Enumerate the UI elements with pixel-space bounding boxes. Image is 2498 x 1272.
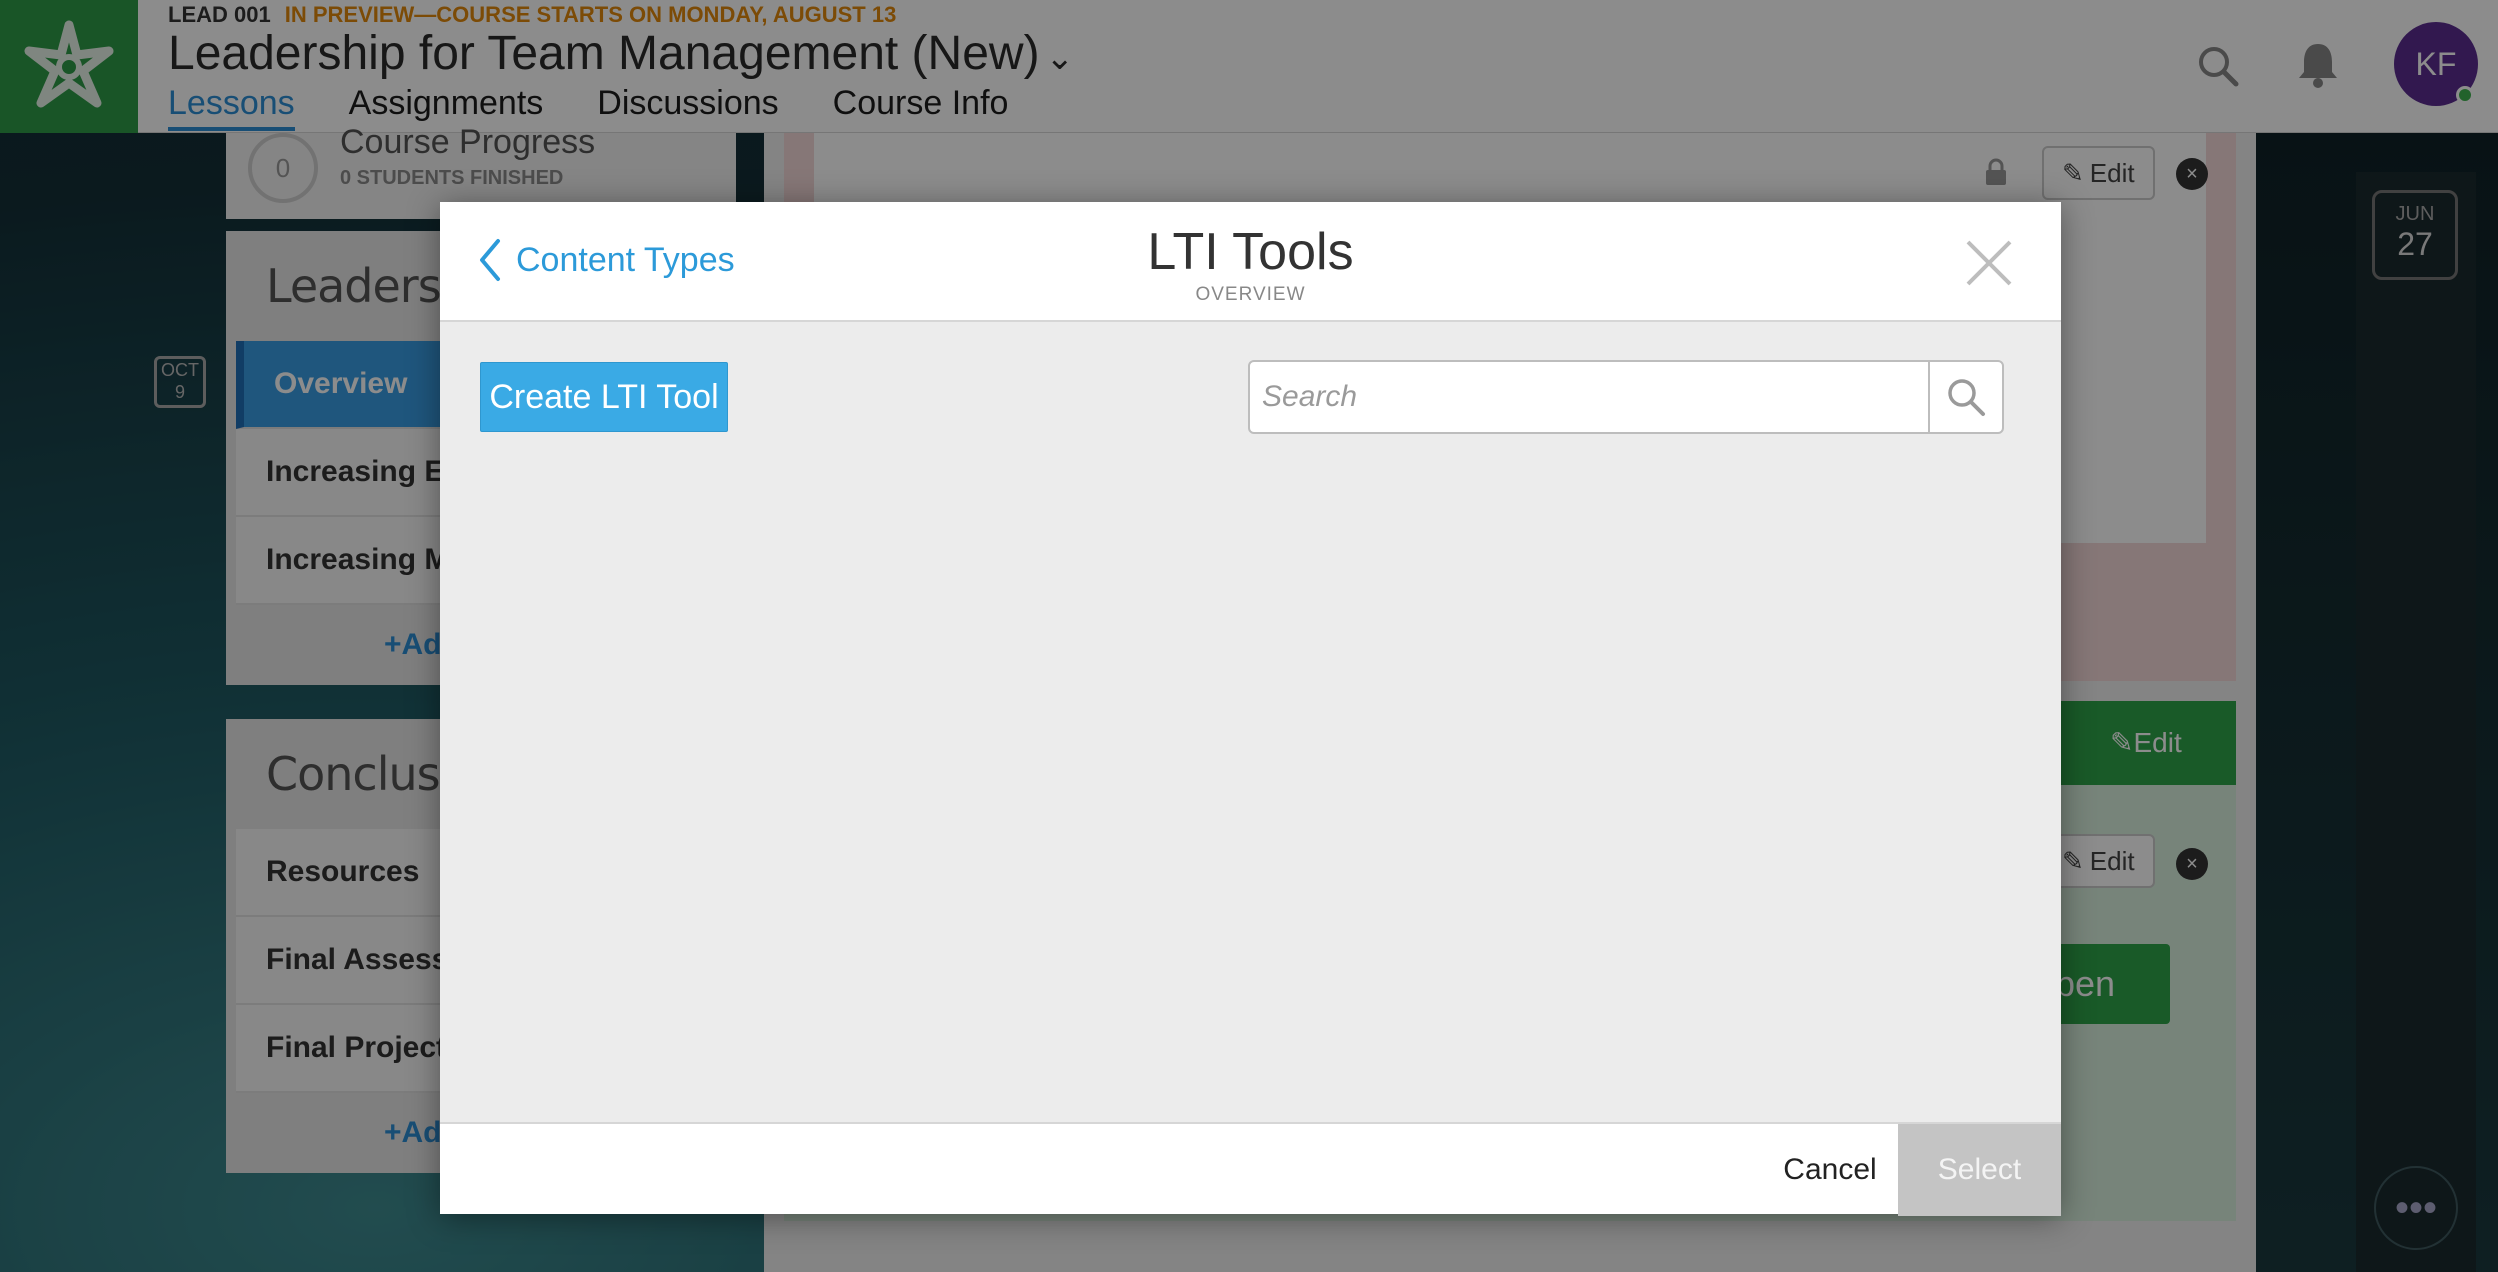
modal-subtitle: OVERVIEW (1195, 284, 1306, 305)
lti-tools-modal: Content Types LTI Tools OVERVIEW Create … (440, 202, 2061, 1216)
search-box (1248, 360, 2004, 434)
search-button[interactable] (1928, 362, 2002, 432)
modal-footer: Cancel Select (440, 1122, 2061, 1216)
cancel-button[interactable]: Cancel (1750, 1124, 1910, 1216)
modal-header: Content Types LTI Tools OVERVIEW (440, 202, 2061, 322)
modal-title: LTI Tools (1147, 223, 1354, 281)
close-icon[interactable] (1954, 228, 2024, 298)
select-button[interactable]: Select (1898, 1124, 2061, 1216)
search-icon (1948, 379, 1985, 416)
create-lti-tool-button[interactable]: Create LTI Tool (480, 362, 728, 432)
search-input[interactable] (1250, 362, 1928, 432)
